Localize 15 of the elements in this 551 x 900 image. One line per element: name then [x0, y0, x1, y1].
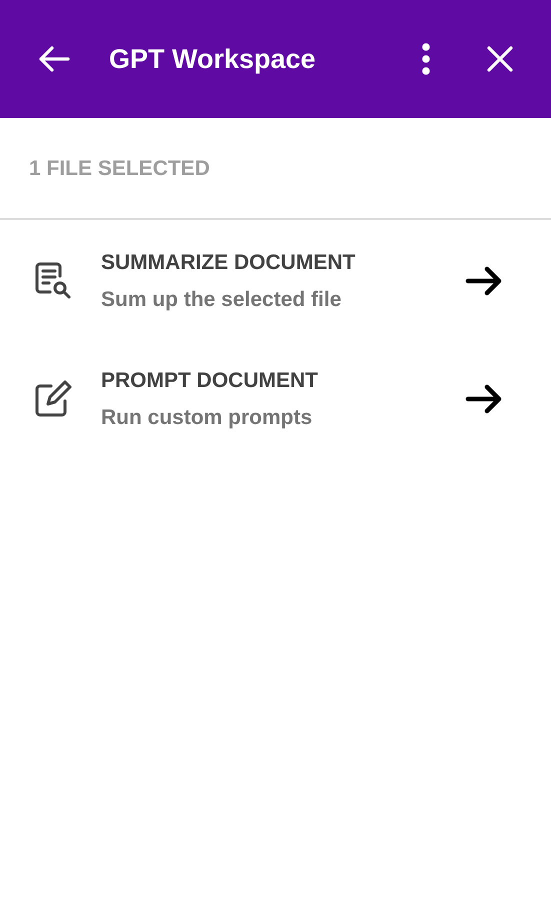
action-description: Run custom prompts — [101, 405, 314, 430]
close-button[interactable] — [487, 46, 513, 72]
app-title: GPT Workspace — [109, 42, 316, 76]
more-options-button[interactable] — [421, 43, 431, 75]
action-item[interactable]: PROMPT DOCUMENT Run custom prompts — [0, 340, 551, 458]
arrow-right-icon — [465, 384, 503, 414]
arrow-right-icon — [465, 266, 503, 296]
back-button[interactable] — [38, 45, 70, 73]
action-description: Sum up the selected file — [101, 287, 342, 312]
action-title: SUMMARIZE DOCUMENT — [101, 250, 356, 276]
document-search-icon — [34, 262, 72, 300]
action-title: PROMPT DOCUMENT — [101, 368, 319, 394]
selection-count: 1 FILE SELECTED — [0, 118, 551, 220]
edit-icon — [34, 380, 72, 418]
action-item[interactable]: SUMMARIZE DOCUMENT Sum up the selected file — [0, 222, 551, 340]
